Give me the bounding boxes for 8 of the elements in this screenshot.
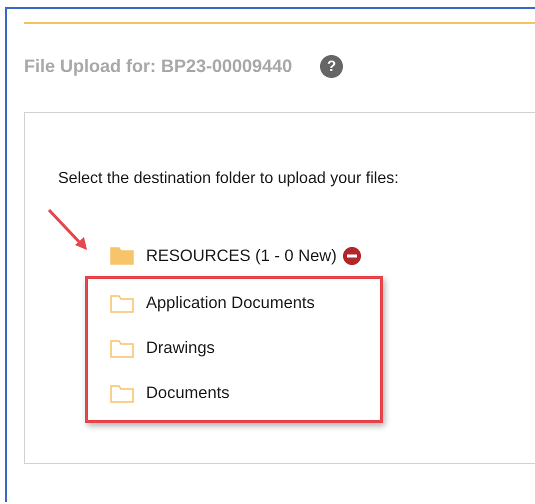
help-icon[interactable]: ? xyxy=(320,54,344,78)
page-title: File Upload for: BP23-00009440 xyxy=(24,56,292,76)
folder-item[interactable]: Documents xyxy=(110,371,380,416)
instruction-text: Select the destination folder to upload your files: xyxy=(58,170,400,188)
folder-item[interactable]: Drawings xyxy=(110,326,380,371)
folder-item[interactable]: Application Documents xyxy=(110,281,380,326)
folder-item[interactable]: RESOURCES (1 - 0 New) xyxy=(85,236,535,276)
remove-icon[interactable] xyxy=(342,247,361,265)
